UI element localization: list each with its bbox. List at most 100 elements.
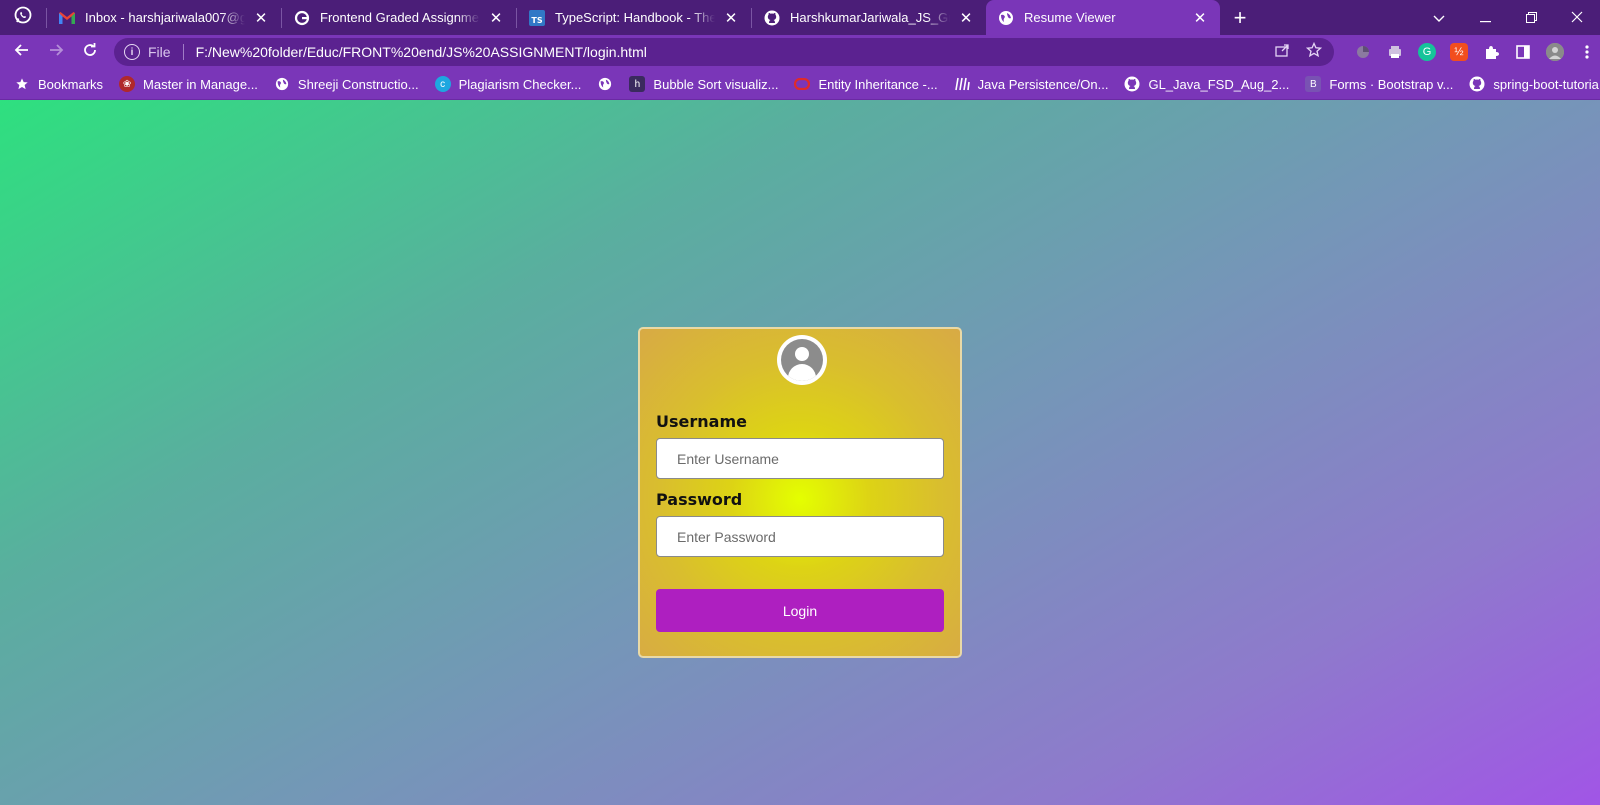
minimize-icon: [1479, 10, 1491, 26]
globe-icon: [274, 76, 290, 92]
bookmark-label: Forms · Bootstrap v...: [1329, 76, 1454, 92]
tab-resume-viewer[interactable]: Resume Viewer ✕: [986, 0, 1220, 35]
close-icon[interactable]: ✕: [958, 10, 974, 27]
bookmark-favicon: ❀: [119, 76, 136, 92]
github-icon: [1469, 76, 1485, 92]
reload-icon: [82, 42, 98, 63]
avatar-body: [788, 364, 816, 381]
login-form: Username Password Login: [638, 327, 962, 658]
login-button[interactable]: Login: [656, 589, 944, 632]
bookmark-bootstrap-forms[interactable]: B Forms · Bootstrap v...: [1305, 76, 1453, 92]
tab-strip: Inbox - harshjariwala007@gmail.com ✕ Fro…: [0, 0, 1600, 35]
close-window-button[interactable]: [1554, 0, 1600, 35]
star-icon[interactable]: [1305, 41, 1323, 62]
whatsapp-icon: [14, 6, 32, 29]
minimize-button[interactable]: [1462, 0, 1508, 35]
tab-title: Frontend Graded Assignment - 2: [320, 10, 480, 25]
forward-button[interactable]: [40, 37, 72, 67]
bookmark-spring-boot-tutorial[interactable]: spring-boot-tutoria...: [1469, 76, 1600, 92]
avatar[interactable]: [1546, 43, 1564, 61]
side-panel-icon[interactable]: [1514, 43, 1532, 61]
bookmark-bookmarks[interactable]: Bookmarks: [14, 76, 103, 92]
plus-icon: +: [1233, 4, 1247, 30]
chevron-down-icon: [1433, 10, 1445, 26]
globe-icon: [998, 10, 1014, 26]
svg-text:TS: TS: [531, 16, 542, 25]
gmail-icon: [59, 10, 75, 26]
address-separator: [182, 44, 184, 60]
google-icon: [294, 10, 310, 26]
bookmark-favicon: c: [434, 76, 451, 92]
username-input[interactable]: [656, 438, 944, 479]
puzzle-icon[interactable]: [1482, 43, 1500, 61]
share-icon[interactable]: [1274, 42, 1290, 62]
arrow-left-icon: [14, 42, 30, 63]
github-icon: [1124, 76, 1140, 92]
bookmark-favicon: [954, 76, 970, 92]
avatar-silhouette: [781, 339, 823, 381]
close-icon[interactable]: ✕: [723, 10, 739, 27]
tab-title: HarshkumarJariwala_JS_GradedProject: [790, 10, 950, 25]
avatar-head: [795, 347, 809, 361]
bookmarks-bar: Bookmarks ❀ Master in Manage... Shreeji …: [0, 69, 1600, 100]
tab-gmail[interactable]: Inbox - harshjariwala007@gmail.com ✕: [47, 0, 281, 35]
restore-button[interactable]: [1508, 0, 1554, 35]
bookmark-label: Plagiarism Checker...: [458, 76, 582, 92]
password-label: Password: [656, 490, 743, 509]
printer-icon[interactable]: [1386, 43, 1404, 61]
tab-frontend-assignment[interactable]: Frontend Graded Assignment - 2 ✕: [282, 0, 516, 35]
typescript-icon: TS: [529, 9, 545, 26]
address-url: F:/New%20folder/Educ/FRONT%20end/JS%20AS…: [195, 44, 647, 60]
password-input[interactable]: [656, 516, 944, 557]
user-avatar-icon: [777, 335, 827, 385]
bookmark-label: Entity Inheritance -...: [818, 76, 938, 92]
new-tab-button[interactable]: +: [1220, 0, 1260, 35]
page-background: Username Password Login: [0, 100, 1600, 805]
tab-title: Inbox - harshjariwala007@gmail.com: [85, 10, 245, 25]
extension-red-icon[interactable]: ½: [1450, 43, 1468, 61]
address-bar[interactable]: i File F:/New%20folder/Educ/FRONT%20end/…: [114, 38, 1334, 66]
reload-button[interactable]: [74, 37, 106, 67]
window-controls: [1416, 0, 1600, 35]
tab-whatsapp[interactable]: [0, 0, 46, 35]
back-button[interactable]: [6, 37, 38, 67]
bookmark-label: GL_Java_FSD_Aug_2...: [1148, 76, 1290, 92]
bookmark-label: Shreeji Constructio...: [297, 76, 419, 92]
arrow-right-icon: [48, 42, 64, 63]
restore-icon: [1525, 10, 1537, 26]
bootstrap-icon: B: [1305, 76, 1322, 92]
bookmark-globe[interactable]: [597, 76, 613, 92]
bookmark-java-persistence[interactable]: Java Persistence/On...: [954, 76, 1109, 92]
address-scheme: File: [148, 44, 171, 60]
bookmark-master-in-management[interactable]: ❀ Master in Manage...: [119, 76, 258, 92]
tab-github-project[interactable]: HarshkumarJariwala_JS_GradedProject ✕: [752, 0, 986, 35]
extension-icon[interactable]: [1354, 43, 1372, 61]
tab-title: Resume Viewer: [1024, 10, 1116, 25]
bookmark-label: Bubble Sort visualiz...: [653, 76, 779, 92]
grammarly-icon[interactable]: G: [1418, 43, 1436, 61]
bookmark-label: spring-boot-tutoria...: [1493, 76, 1600, 92]
menu-icon[interactable]: [1578, 43, 1596, 61]
bookmark-bubble-sort[interactable]: h Bubble Sort visualiz...: [629, 76, 778, 92]
bookmark-entity-inheritance[interactable]: Entity Inheritance -...: [794, 76, 938, 92]
tab-search-button[interactable]: [1416, 0, 1462, 35]
username-label: Username: [656, 412, 747, 431]
oracle-icon: [794, 76, 811, 92]
extensions-area: G ½: [1354, 43, 1596, 61]
close-icon: [1571, 10, 1583, 26]
bookmark-label: Master in Manage...: [143, 76, 258, 92]
bookmark-shreeji-construction[interactable]: Shreeji Constructio...: [274, 76, 419, 92]
address-actions: [1274, 41, 1323, 62]
info-icon[interactable]: i: [124, 44, 140, 60]
star-icon: [14, 76, 30, 92]
tab-typescript-handbook[interactable]: TS TypeScript: Handbook - The Type ✕: [517, 0, 751, 35]
globe-icon: [597, 76, 613, 92]
close-icon[interactable]: ✕: [488, 10, 504, 27]
close-icon[interactable]: ✕: [253, 10, 269, 27]
close-icon[interactable]: ✕: [1192, 10, 1208, 27]
bookmark-favicon: h: [629, 76, 646, 92]
bookmark-gl-java-fsd[interactable]: GL_Java_FSD_Aug_2...: [1124, 76, 1289, 92]
bookmark-plagiarism-checker[interactable]: c Plagiarism Checker...: [434, 76, 582, 92]
bookmark-label: Java Persistence/On...: [977, 76, 1109, 92]
github-icon: [764, 10, 780, 26]
